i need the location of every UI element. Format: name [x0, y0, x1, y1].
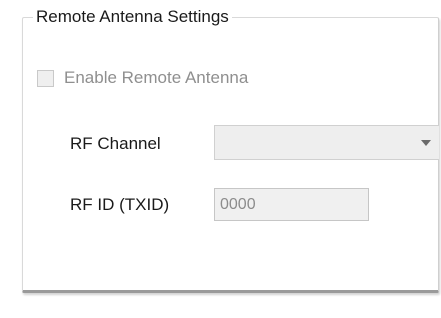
rf-id-input[interactable] [214, 188, 369, 221]
remote-antenna-panel: Remote Antenna Settings Enable Remote An… [0, 0, 441, 318]
enable-remote-antenna-checkbox[interactable] [37, 69, 54, 87]
rf-id-label: RF ID (TXID) [70, 195, 170, 214]
rf-channel-select[interactable] [214, 125, 439, 160]
chevron-down-icon[interactable] [421, 140, 431, 146]
enable-remote-antenna-label: Enable Remote Antenna [64, 68, 249, 87]
rf-channel-label: RF Channel [70, 134, 161, 153]
group-title: Remote Antenna Settings [33, 6, 232, 28]
enable-remote-antenna-row[interactable]: Enable Remote Antenna [37, 67, 248, 89]
